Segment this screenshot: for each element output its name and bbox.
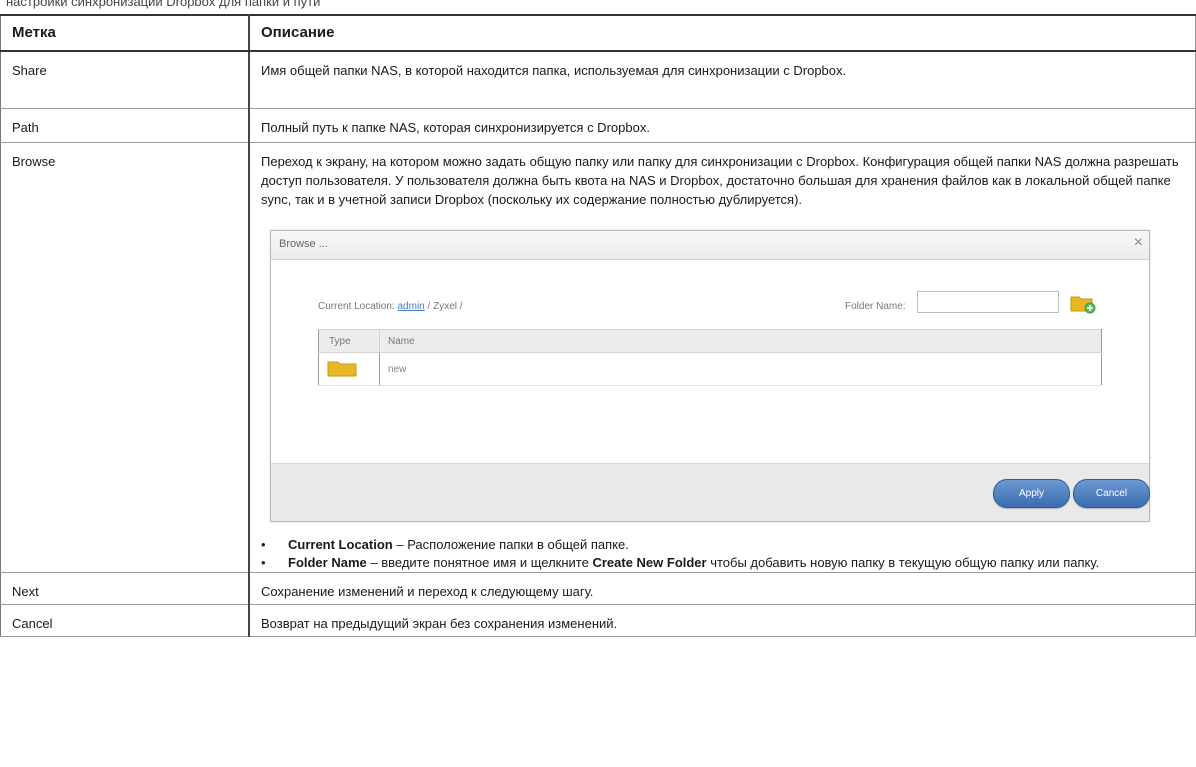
row-description-browse: Переход к экрану, на котором можно задат… [261, 154, 1179, 207]
row-description-cancel: Возврат на предыдущий экран без сохранен… [261, 616, 618, 631]
location-link[interactable]: admin [398, 301, 425, 312]
folder-name-input[interactable] [917, 291, 1059, 313]
parameter-table: Метка Описание Share Имя общей папки NAS… [0, 14, 1196, 637]
bullet-term: Folder Name [288, 555, 367, 570]
column-type[interactable]: Type [318, 329, 380, 353]
header-description-text: Описание [261, 24, 335, 41]
browse-dialog-screenshot: Browse ... × Current Location: admin / Z… [270, 230, 1150, 522]
column-name[interactable]: Name [379, 329, 1102, 353]
create-new-folder-button[interactable] [1070, 292, 1096, 314]
dialog-title: Browse ... [279, 238, 328, 250]
row-label-cell: Share [0, 50, 250, 109]
bullet-text: – введите понятное имя и щелкните [366, 555, 593, 570]
close-icon[interactable]: × [1134, 235, 1143, 251]
folder-name-cell: new [379, 352, 1102, 386]
list-item: • Current Location – Расположение папки … [261, 536, 1195, 554]
folder-name-label: Folder Name: [845, 301, 906, 312]
folder-icon [327, 361, 357, 376]
row-label-cell: Browse [0, 142, 250, 573]
bullet-term-2: Create New Folder [592, 555, 707, 570]
bullet-term: Current Location [288, 537, 393, 552]
bullet-icon: • [261, 555, 266, 570]
row-description-cell: Сохранение изменений и переход к следующ… [248, 572, 1196, 605]
bullet-text: – Расположение папки в общей папке. [392, 537, 629, 552]
location-path: / Zyxel / [424, 301, 463, 312]
row-label-cell: Next [0, 572, 250, 605]
header-label-text: Метка [12, 24, 56, 41]
page-top-strip: настройки синхронизации Dropbox для папк… [0, 0, 1196, 14]
row-label-cancel: Cancel [12, 616, 53, 631]
row-description-cell: Имя общей папки NAS, в которой находится… [248, 50, 1196, 109]
table-row: Browse Переход к экрану, на котором можн… [0, 142, 1196, 573]
folder-type-cell [318, 352, 380, 386]
table-row: Path Полный путь к папке NAS, которая си… [0, 108, 1196, 143]
row-label-share: Share [12, 63, 47, 78]
list-item: • Folder Name – введите понятное имя и щ… [261, 554, 1195, 572]
table-row: Cancel Возврат на предыдущий экран без с… [0, 604, 1196, 637]
top-strip-text: настройки синхронизации Dropbox для папк… [6, 0, 321, 9]
row-description-next: Сохранение изменений и переход к следующ… [261, 584, 594, 599]
bullet-text-2: чтобы добавить новую папку в текущую общ… [706, 555, 1100, 570]
bullet-icon: • [261, 537, 266, 552]
row-label-path: Path [12, 120, 39, 135]
row-description-cell: Возврат на предыдущий экран без сохранен… [248, 604, 1196, 637]
dialog-footer: Apply Cancel [271, 463, 1150, 521]
row-label-browse: Browse [12, 154, 56, 169]
folder-list: Type Name new [318, 329, 1102, 386]
dialog-title-bar: Browse ... × [271, 231, 1149, 260]
table-row: Share Имя общей папки NAS, в которой нах… [0, 50, 1196, 109]
new-folder-icon [1070, 296, 1096, 314]
table-header-row: Метка Описание [0, 14, 1196, 52]
current-location-label: Current Location: [318, 301, 395, 312]
table-row: Next Сохранение изменений и переход к сл… [0, 572, 1196, 605]
browse-bullet-list: • Current Location – Расположение папки … [250, 536, 1195, 572]
row-label-cell: Cancel [0, 604, 250, 637]
cancel-button[interactable]: Cancel [1073, 479, 1150, 508]
dialog-body: Current Location: admin / Zyxel / Folder… [271, 260, 1149, 462]
apply-button[interactable]: Apply [993, 479, 1070, 508]
list-item[interactable]: new [318, 352, 1102, 386]
row-description-cell: Полный путь к папке NAS, которая синхрон… [248, 108, 1196, 143]
current-location: Current Location: admin / Zyxel / [318, 301, 463, 312]
header-description: Описание [248, 14, 1196, 52]
row-description-share: Имя общей папки NAS, в которой находится… [261, 63, 847, 78]
folder-list-header: Type Name [318, 329, 1102, 353]
header-label: Метка [0, 14, 250, 52]
row-description-path: Полный путь к папке NAS, которая синхрон… [261, 120, 650, 135]
row-label-cell: Path [0, 108, 250, 143]
row-label-next: Next [12, 584, 39, 599]
row-description-cell: Переход к экрану, на котором можно задат… [248, 142, 1196, 573]
